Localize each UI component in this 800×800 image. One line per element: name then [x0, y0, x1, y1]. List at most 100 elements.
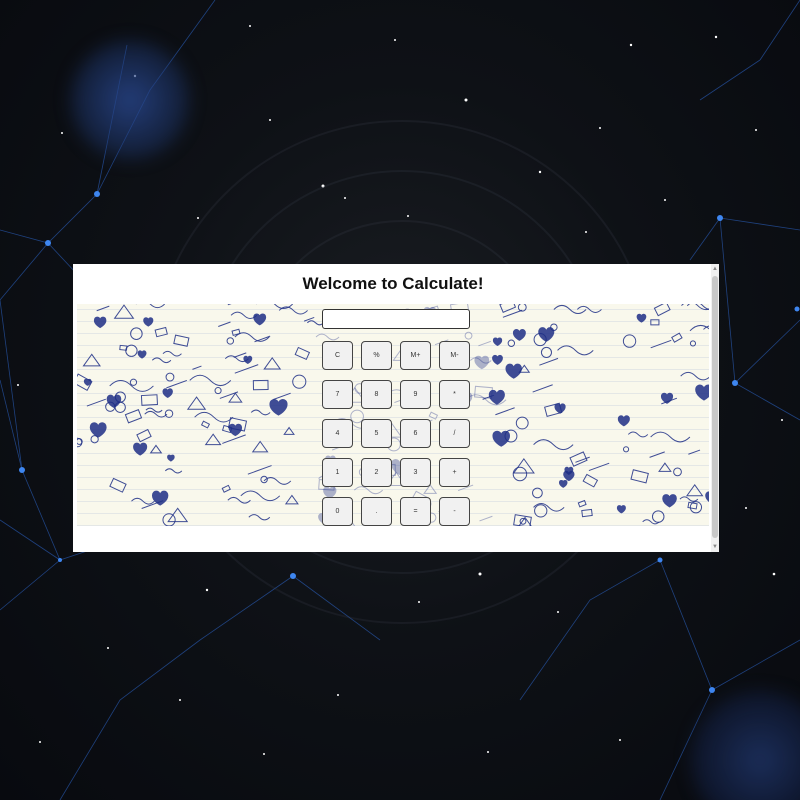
doodle-mark — [685, 483, 704, 497]
digit-3-button[interactable]: 3 — [400, 458, 431, 487]
digit-5-button[interactable]: 5 — [361, 419, 392, 448]
doodle-mark — [248, 514, 271, 521]
doodle-mark — [149, 444, 163, 454]
calculator-display[interactable] — [322, 309, 470, 329]
digit-6-button[interactable]: 6 — [400, 419, 431, 448]
doodle-mark — [539, 357, 559, 366]
doodle-mark — [194, 411, 234, 423]
doodle-mark — [284, 494, 299, 505]
doodle-mark — [689, 340, 697, 347]
doodle-mark — [695, 384, 709, 401]
doodle-mark — [650, 319, 660, 326]
doodle-mark — [283, 426, 295, 435]
doodle-mark — [558, 479, 568, 488]
doodle-mark — [651, 510, 665, 523]
digit-0-button[interactable]: 0 — [322, 497, 353, 526]
doodle-mark — [534, 504, 548, 518]
doodle-mark — [251, 440, 269, 453]
doodle-mark — [162, 350, 182, 357]
school-doodle-pattern — [77, 304, 709, 526]
doodle-mark — [512, 328, 526, 341]
doodle-mark — [82, 353, 101, 367]
scroll-down-arrow-icon[interactable]: ▼ — [711, 543, 719, 551]
doodle-mark — [151, 490, 169, 506]
doodle-mark — [660, 392, 674, 404]
doodle-mark — [533, 503, 565, 512]
doodle-mark — [89, 422, 107, 438]
doodle-mark — [650, 431, 691, 443]
doodle-mark — [653, 304, 671, 317]
doodle-mark — [167, 507, 189, 523]
decimal-button[interactable]: . — [361, 497, 392, 526]
add-button[interactable]: + — [439, 458, 470, 487]
memory-add-button[interactable]: M+ — [400, 341, 431, 370]
scrollbar-thumb[interactable] — [712, 276, 718, 538]
doodle-mark — [658, 462, 672, 472]
doodle-mark — [505, 363, 522, 379]
doodle-mark — [140, 394, 158, 406]
multiply-button[interactable]: * — [439, 380, 470, 409]
percent-button[interactable]: % — [361, 341, 392, 370]
doodle-mark — [292, 374, 307, 389]
subtract-button[interactable]: - — [439, 497, 470, 526]
clear-button[interactable]: C — [322, 341, 353, 370]
doodle-mark — [166, 379, 188, 389]
doodle-mark — [499, 304, 517, 313]
doodle-mark — [278, 306, 308, 315]
digit-9-button[interactable]: 9 — [400, 380, 431, 409]
doodle-mark — [226, 337, 235, 345]
digit-1-button[interactable]: 1 — [322, 458, 353, 487]
doodle-mark — [186, 396, 207, 410]
doodle-mark — [576, 305, 602, 313]
digit-4-button[interactable]: 4 — [322, 419, 353, 448]
doodle-mark — [93, 316, 107, 329]
doodle-mark — [86, 398, 106, 407]
doodle-mark — [703, 325, 709, 330]
doodle-mark — [250, 409, 271, 416]
doodle-mark — [135, 304, 166, 309]
doodle-mark — [240, 490, 281, 502]
doodle-mark — [269, 398, 288, 416]
doodle-mark — [575, 456, 590, 463]
doodle-mark — [144, 410, 168, 418]
divide-button[interactable]: / — [439, 419, 470, 448]
digit-2-button[interactable]: 2 — [361, 458, 392, 487]
doodle-mark — [474, 355, 490, 370]
doodle-mark — [492, 337, 503, 347]
equals-button[interactable]: = — [400, 497, 431, 526]
doodle-mark — [218, 321, 231, 327]
doodle-mark — [143, 317, 154, 327]
doodle-mark — [234, 364, 259, 374]
vertical-scrollbar[interactable]: ▲ ▼ — [711, 264, 719, 552]
doodle-mark — [495, 407, 515, 416]
doodle-mark — [315, 333, 340, 341]
doodle-mark — [162, 388, 173, 398]
doodle-mark — [679, 496, 699, 502]
doodle-mark — [636, 313, 647, 323]
doodle-mark — [173, 334, 190, 347]
doodle-mark — [627, 431, 649, 438]
digit-8-button[interactable]: 8 — [361, 380, 392, 409]
doodle-mark — [256, 304, 294, 310]
doodle-mark — [538, 327, 555, 342]
doodle-mark — [616, 505, 626, 514]
doodle-mark — [165, 372, 175, 382]
doodle-mark — [151, 357, 172, 364]
doodle-mark — [164, 409, 174, 418]
doodle-mark — [113, 304, 135, 319]
digit-7-button[interactable]: 7 — [322, 380, 353, 409]
doodle-mark — [230, 311, 258, 320]
doodle-mark — [129, 378, 138, 386]
doodle-mark — [662, 494, 677, 508]
doodle-mark — [478, 340, 492, 347]
doodle-mark — [479, 515, 493, 522]
doodle-mark — [577, 499, 587, 508]
doodle-mark — [90, 435, 99, 444]
scroll-up-arrow-icon[interactable]: ▲ — [711, 265, 719, 273]
doodle-mark — [136, 428, 152, 443]
doodle-mark — [515, 416, 529, 430]
doodle-mark — [630, 469, 649, 484]
doodle-mark — [681, 304, 709, 311]
doodle-mark — [167, 454, 175, 462]
memory-subtract-button[interactable]: M- — [439, 341, 470, 370]
